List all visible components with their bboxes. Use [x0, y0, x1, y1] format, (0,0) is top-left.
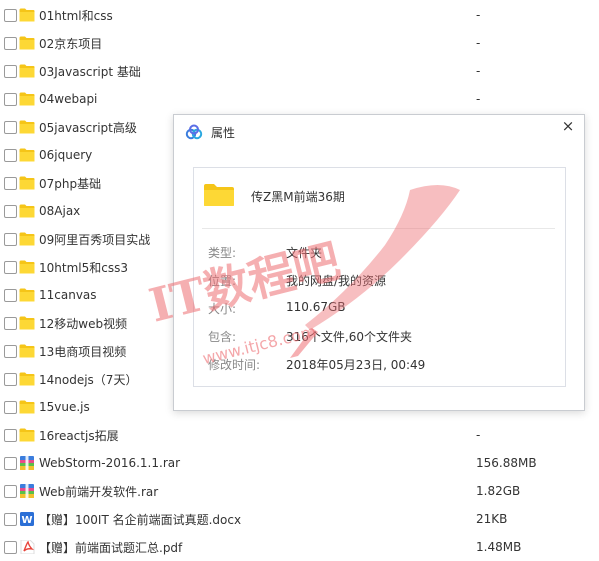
- row-checkbox[interactable]: [4, 204, 17, 218]
- file-name[interactable]: 07php基础: [39, 175, 101, 192]
- row-checkbox[interactable]: [4, 316, 17, 330]
- prop-value-location[interactable]: 我的网盘/我的资源: [286, 272, 386, 289]
- row-checkbox[interactable]: [4, 456, 17, 470]
- row-checkbox[interactable]: [4, 428, 17, 442]
- file-name[interactable]: 11canvas: [39, 288, 97, 302]
- folder-icon: [19, 120, 35, 134]
- row-checkbox[interactable]: [4, 260, 17, 274]
- prop-value-contains: 316个文件,60个文件夹: [286, 330, 412, 344]
- folder-icon: [19, 288, 35, 302]
- row-checkbox[interactable]: [4, 288, 17, 302]
- file-name[interactable]: 【赠】100IT 名企前端面试真题.docx: [39, 511, 241, 528]
- row-checkbox[interactable]: [4, 372, 17, 386]
- file-name[interactable]: 【赠】前端面试题汇总.pdf: [39, 539, 182, 556]
- folder-icon: [19, 64, 35, 78]
- file-size: -: [476, 36, 481, 50]
- file-name[interactable]: 15vue.js: [39, 400, 90, 414]
- properties-panel: 传Z黑M前端36期 类型: 文件夹 位置: 我的网盘/我的资源 大小: 110.…: [193, 167, 566, 387]
- file-row[interactable]: 03Javascript 基础 -: [0, 57, 599, 85]
- prop-label-location: 位置:: [208, 274, 237, 288]
- divider: [202, 228, 555, 229]
- row-checkbox[interactable]: [4, 8, 17, 22]
- file-size: 156.88MB: [476, 456, 537, 470]
- row-checkbox[interactable]: [4, 232, 17, 246]
- file-name[interactable]: 05javascript高级: [39, 119, 137, 136]
- prop-label-contains: 包含:: [208, 330, 237, 344]
- file-row[interactable]: Web前端开发软件.rar 1.82GB: [0, 477, 599, 505]
- file-size: -: [476, 8, 481, 22]
- svg-text:W: W: [21, 515, 32, 526]
- word-document-icon: W: [20, 512, 34, 526]
- file-name[interactable]: 10html5和css3: [39, 259, 128, 276]
- folder-icon: [19, 372, 35, 386]
- file-name[interactable]: 13电商项目视频: [39, 343, 126, 360]
- folder-icon: [19, 260, 35, 274]
- file-row[interactable]: 【赠】前端面试题汇总.pdf 1.48MB: [0, 533, 599, 561]
- file-name[interactable]: 01html和css: [39, 7, 113, 24]
- folder-icon: [19, 344, 35, 358]
- file-name[interactable]: 16reactjs拓展: [39, 427, 119, 444]
- folder-icon: [19, 316, 35, 330]
- file-name[interactable]: 02京东项目: [39, 35, 102, 52]
- folder-icon: [19, 36, 35, 50]
- pdf-document-icon: [20, 540, 35, 554]
- folder-icon: [19, 148, 35, 162]
- file-size: 1.48MB: [476, 540, 522, 554]
- file-name[interactable]: 04webapi: [39, 92, 97, 106]
- baidu-netdisk-logo-icon: [185, 124, 203, 140]
- rar-archive-icon: [20, 456, 34, 470]
- file-row[interactable]: 04webapi -: [0, 85, 599, 113]
- file-row[interactable]: WebStorm-2016.1.1.rar 156.88MB: [0, 449, 599, 477]
- prop-label-size: 大小:: [208, 302, 237, 316]
- file-size: 21KB: [476, 512, 508, 526]
- row-checkbox[interactable]: [4, 64, 17, 78]
- file-row[interactable]: 16reactjs拓展 -: [0, 421, 599, 449]
- folder-icon: [19, 8, 35, 22]
- file-size: -: [476, 92, 481, 106]
- row-checkbox[interactable]: [4, 176, 17, 190]
- row-checkbox[interactable]: [4, 36, 17, 50]
- file-name[interactable]: 09阿里百秀项目实战: [39, 231, 150, 248]
- prop-label-type: 类型:: [208, 246, 237, 260]
- file-name[interactable]: 14nodejs（7天）: [39, 371, 137, 388]
- folder-icon: [19, 92, 35, 106]
- file-name[interactable]: 12移动web视频: [39, 315, 127, 332]
- folder-icon: [19, 232, 35, 246]
- folder-icon: [19, 428, 35, 442]
- file-row[interactable]: 01html和css -: [0, 1, 599, 29]
- file-size: -: [476, 64, 481, 78]
- row-checkbox[interactable]: [4, 92, 17, 106]
- file-name[interactable]: 03Javascript 基础: [39, 63, 141, 80]
- folder-icon: [19, 176, 35, 190]
- file-name[interactable]: WebStorm-2016.1.1.rar: [39, 456, 180, 470]
- file-size: -: [476, 428, 481, 442]
- folder-icon: [204, 184, 234, 206]
- dialog-title: 属性: [211, 126, 236, 140]
- row-checkbox[interactable]: [4, 148, 17, 162]
- folder-name: 传Z黑M前端36期: [251, 190, 345, 204]
- folder-icon: [19, 204, 35, 218]
- file-row[interactable]: W 【赠】100IT 名企前端面试真题.docx 21KB: [0, 505, 599, 533]
- rar-archive-icon: [20, 484, 34, 498]
- row-checkbox[interactable]: [4, 512, 17, 526]
- folder-icon: [19, 400, 35, 414]
- row-checkbox[interactable]: [4, 484, 17, 498]
- file-size: 1.82GB: [476, 484, 521, 498]
- prop-value-modified: 2018年05月23日, 00:49: [286, 358, 426, 372]
- file-name[interactable]: 06jquery: [39, 148, 92, 162]
- row-checkbox[interactable]: [4, 400, 17, 414]
- file-name[interactable]: 08Ajax: [39, 204, 80, 218]
- properties-dialog: 属性 × 传Z黑M前端36期 类型: 文件夹 位置: 我的网盘/我的资源 大小:…: [173, 114, 585, 411]
- prop-value-size: 110.67GB: [286, 300, 346, 314]
- file-row[interactable]: 02京东项目 -: [0, 29, 599, 57]
- row-checkbox[interactable]: [4, 344, 17, 358]
- prop-label-modified: 修改时间:: [208, 358, 261, 372]
- row-checkbox[interactable]: [4, 540, 17, 554]
- prop-value-type: 文件夹: [286, 246, 323, 260]
- row-checkbox[interactable]: [4, 120, 17, 134]
- close-icon[interactable]: ×: [560, 118, 576, 134]
- file-name[interactable]: Web前端开发软件.rar: [39, 483, 158, 500]
